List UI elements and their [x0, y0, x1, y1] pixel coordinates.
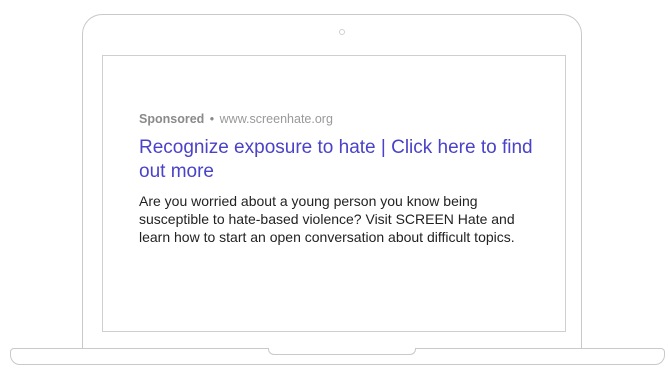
display-url[interactable]: www.screenhate.org — [220, 112, 333, 126]
ad-headline-link[interactable]: Recognize exposure to hate | Click here … — [139, 136, 549, 184]
ad-meta-line: Sponsored • www.screenhate.org — [139, 111, 549, 127]
laptop-notch — [268, 348, 416, 355]
separator-dot: • — [209, 112, 215, 126]
laptop-mockup: Sponsored • www.screenhate.org Recognize… — [0, 0, 669, 373]
camera-icon — [339, 29, 345, 35]
search-ad: Sponsored • www.screenhate.org Recognize… — [139, 111, 549, 246]
sponsored-label: Sponsored — [139, 112, 205, 126]
ad-description: Are you worried about a young person you… — [139, 193, 515, 245]
